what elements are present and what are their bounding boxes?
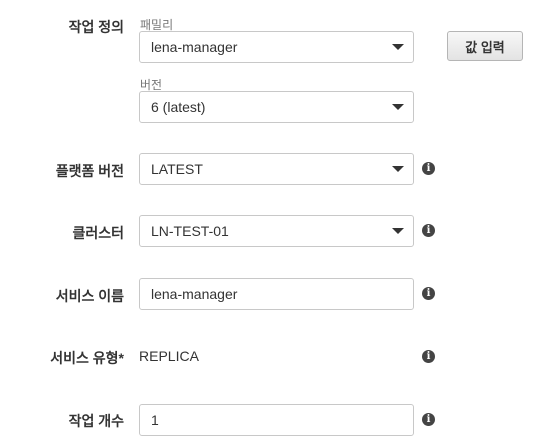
cluster-select[interactable]: LN-TEST-01 [139, 215, 414, 247]
cluster-select-value: LN-TEST-01 [151, 223, 229, 239]
service-name-value: lena-manager [151, 286, 238, 302]
info-icon[interactable]: i [422, 413, 435, 426]
task-count-input[interactable]: 1 [139, 404, 414, 436]
info-icon[interactable]: i [422, 224, 435, 237]
info-icon[interactable]: i [422, 162, 435, 175]
chevron-down-icon [392, 104, 404, 110]
task-count-value: 1 [151, 412, 159, 428]
version-select-value: 6 (latest) [151, 99, 206, 115]
enter-value-button[interactable]: 값 입력 [447, 31, 523, 61]
chevron-down-icon [392, 166, 404, 172]
chevron-down-icon [392, 44, 404, 50]
task-count-label: 작업 개수 [68, 413, 124, 429]
family-select[interactable]: lena-manager [139, 31, 414, 63]
platform-version-label: 플랫폼 버전 [55, 163, 124, 179]
chevron-down-icon [392, 228, 404, 234]
info-icon[interactable]: i [422, 287, 435, 300]
service-name-input[interactable]: lena-manager [139, 278, 414, 310]
service-type-value: REPLICA [139, 348, 199, 364]
service-name-label: 서비스 이름 [55, 288, 124, 304]
cluster-label: 클러스터 [72, 225, 124, 241]
family-select-value: lena-manager [151, 39, 238, 55]
platform-version-select[interactable]: LATEST [139, 153, 414, 185]
info-icon[interactable]: i [422, 350, 435, 363]
version-select[interactable]: 6 (latest) [139, 91, 414, 123]
task-definition-label: 작업 정의 [68, 19, 124, 35]
service-type-label: 서비스 유형* [50, 350, 124, 366]
platform-version-value: LATEST [151, 161, 203, 177]
